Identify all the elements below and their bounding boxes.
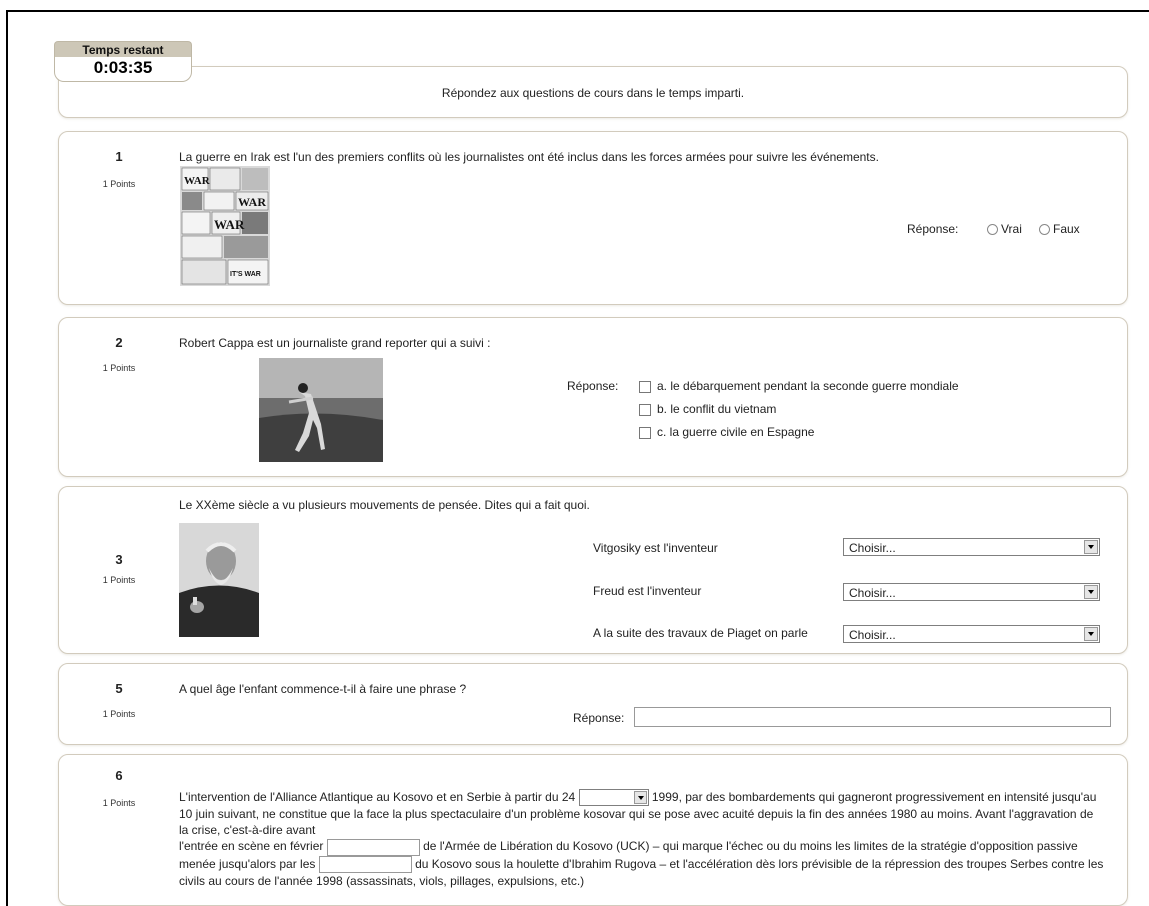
question-text: La guerre en Irak est l'un des premiers …	[179, 150, 879, 164]
falling-soldier-photo	[259, 358, 383, 462]
question-2-panel: 2 1 Points Robert Cappa est un journalis…	[58, 317, 1128, 477]
option-vrai[interactable]: Vrai	[987, 222, 1022, 236]
instructions-text: Répondez aux questions de cours dans le …	[441, 86, 745, 100]
question-3-panel: Le XXème siècle a vu plusieurs mouvement…	[58, 486, 1128, 654]
question-1-panel: 1 1 Points La guerre en Irak est l'un de…	[58, 131, 1128, 305]
option-label: Vrai	[1001, 222, 1022, 236]
question-number: 1	[115, 149, 123, 164]
blank-input-1[interactable]	[326, 838, 420, 856]
answer-label: Réponse:	[907, 222, 959, 236]
chevron-down-icon[interactable]	[1084, 540, 1098, 554]
question-points: 1 Points	[102, 179, 136, 189]
select-value: Choisir...	[849, 541, 896, 555]
row-label: Freud est l'inventeur	[593, 584, 702, 598]
radio-icon[interactable]	[987, 224, 998, 236]
option-a[interactable]: a. le débarquement pendant la seconde gu…	[639, 379, 959, 393]
question-points: 1 Points	[102, 575, 136, 585]
chevron-down-icon[interactable]	[1084, 585, 1098, 599]
question-number: 3	[115, 552, 123, 567]
answer-label: Réponse:	[573, 711, 625, 725]
checkbox-icon[interactable]	[639, 426, 651, 439]
war-headline-4: IT'S WAR	[230, 271, 261, 278]
option-faux[interactable]: Faux	[1039, 222, 1080, 236]
row-label: Vitgosiky est l'inventeur	[593, 541, 718, 555]
question-points: 1 Points	[102, 363, 136, 373]
war-headline-3: WAR	[214, 217, 245, 232]
checkbox-icon[interactable]	[639, 403, 651, 416]
question-points: 1 Points	[102, 798, 136, 808]
question-number: 5	[115, 681, 123, 696]
war-headline-1: WAR	[184, 175, 211, 187]
option-c[interactable]: c. la guerre civile en Espagne	[639, 425, 814, 439]
choice-select-2[interactable]: Choisir...	[843, 583, 1100, 601]
chevron-down-icon[interactable]	[633, 791, 647, 805]
month-select[interactable]	[578, 789, 649, 807]
timer-value: 0:03:35	[54, 57, 192, 82]
checkbox-icon[interactable]	[639, 380, 651, 393]
paragraph-part-1: L'intervention de l'Alliance Atlantique …	[179, 790, 576, 804]
paragraph-part-3: l'entrée en scène en février	[179, 839, 324, 854]
question-5-panel: 5 1 Points A quel âge l'enfant commence-…	[58, 663, 1128, 745]
question-paragraph: L'intervention de l'Alliance Atlantique …	[179, 789, 1104, 889]
question-points: 1 Points	[102, 709, 136, 719]
question-text: Le XXème siècle a vu plusieurs mouvement…	[179, 498, 590, 512]
paragraph-part-5: du Kosovo sous la houlette d'Ibrahim Rug…	[179, 856, 1104, 888]
select-value: Choisir...	[849, 586, 896, 600]
instructions-panel: Répondez aux questions de cours dans le …	[58, 66, 1128, 118]
war-headline-2: WAR	[238, 195, 266, 209]
question-number: 6	[115, 768, 123, 783]
blank-input-2[interactable]	[318, 855, 412, 873]
option-label: b. le conflit du vietnam	[657, 402, 777, 416]
option-b[interactable]: b. le conflit du vietnam	[639, 402, 776, 416]
question-text: Robert Cappa est un journaliste grand re…	[179, 336, 491, 350]
choice-select-1[interactable]: Choisir...	[843, 538, 1100, 556]
war-newspapers-image: WAR WAR WAR IT'S WAR	[180, 166, 270, 286]
choice-select-3[interactable]: Choisir...	[843, 625, 1100, 643]
answer-label: Réponse:	[567, 379, 619, 393]
question-text: A quel âge l'enfant commence-t-il à fair…	[179, 682, 467, 696]
option-label: a. le débarquement pendant la seconde gu…	[657, 379, 959, 393]
row-label: A la suite des travaux de Piaget on parl…	[593, 626, 808, 640]
question-6-panel: 6 1 Points L'intervention de l'Alliance …	[58, 754, 1128, 906]
question-number: 2	[115, 335, 123, 350]
option-label: Faux	[1053, 222, 1080, 236]
radio-icon[interactable]	[1039, 224, 1050, 236]
timer-label: Temps restant	[54, 41, 192, 58]
freud-portrait-photo	[179, 523, 259, 637]
chevron-down-icon[interactable]	[1084, 627, 1098, 641]
answer-input[interactable]	[634, 707, 1111, 727]
select-value: Choisir...	[849, 628, 896, 642]
option-label: c. la guerre civile en Espagne	[657, 425, 815, 439]
